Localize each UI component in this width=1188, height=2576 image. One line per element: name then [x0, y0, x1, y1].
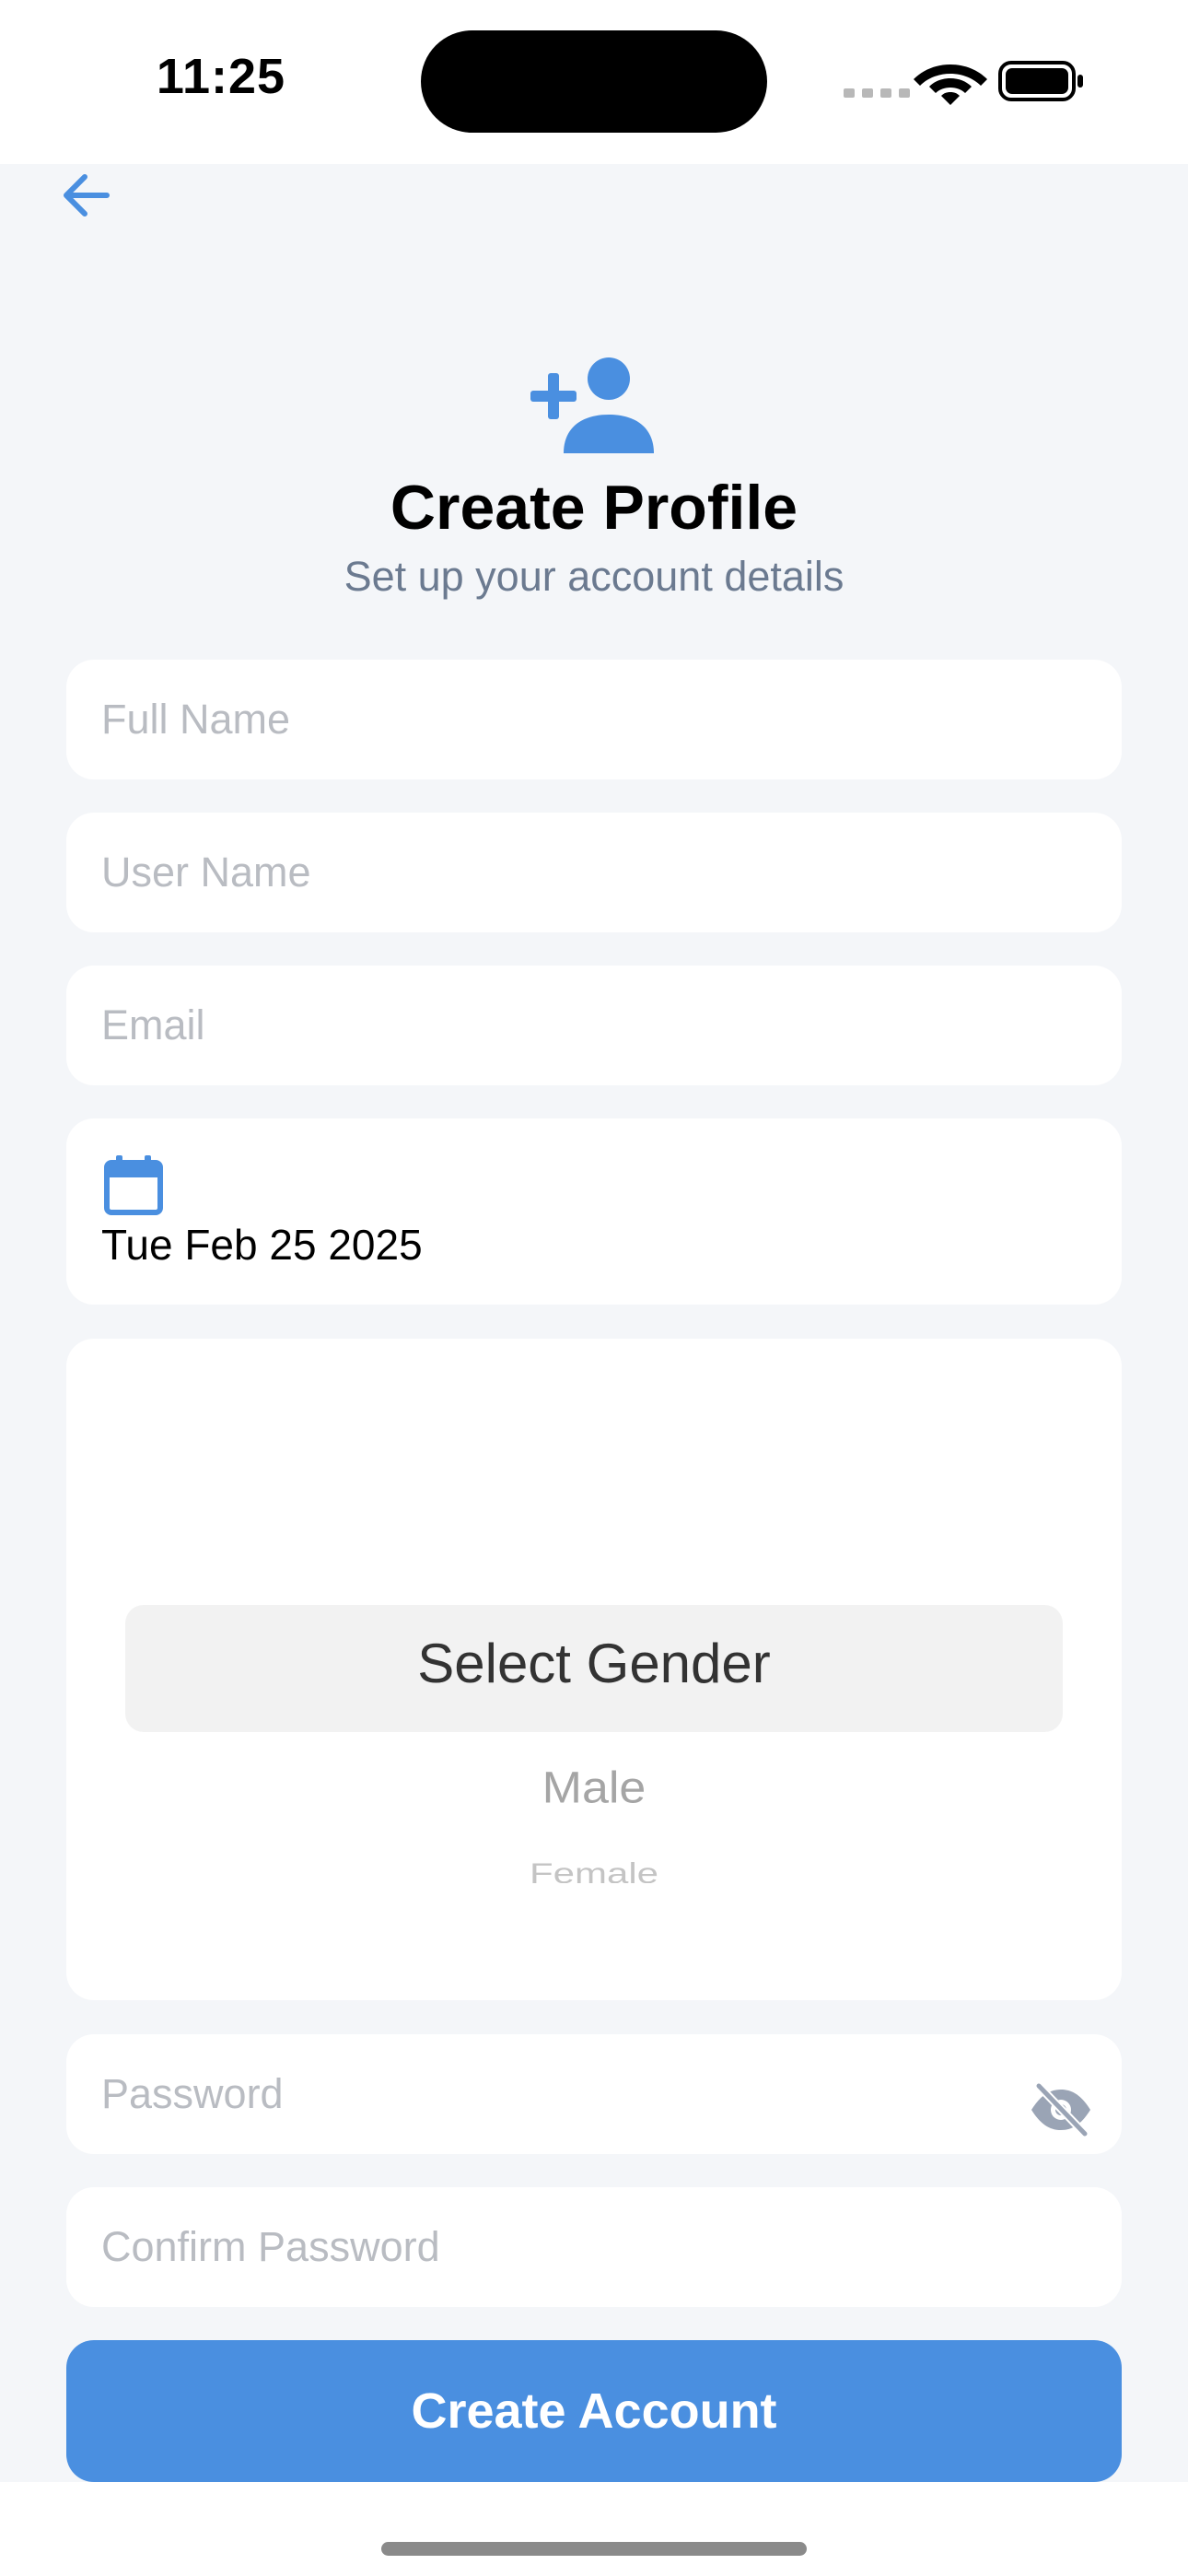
home-indicator[interactable]: [381, 2542, 807, 2556]
user-name-input[interactable]: [101, 813, 1059, 932]
date-field[interactable]: Tue Feb 25 2025: [66, 1118, 1122, 1305]
back-button[interactable]: [61, 170, 120, 221]
date-value: Tue Feb 25 2025: [101, 1221, 423, 1269]
full-name-field: [66, 660, 1122, 779]
wifi-icon: [914, 64, 987, 105]
cellular-signal-icon: [844, 88, 910, 98]
password-input[interactable]: [101, 2034, 985, 2154]
dynamic-island: [421, 30, 767, 133]
arrow-left-icon: [64, 174, 110, 217]
battery-icon: [998, 61, 1083, 101]
page-title: Create Profile: [390, 473, 798, 543]
email-field: [66, 966, 1122, 1085]
status-time: 11:25: [156, 49, 286, 104]
user-name-field: [66, 813, 1122, 932]
picker-option-female[interactable]: Female: [66, 1858, 1122, 1883]
picker-option-male[interactable]: Male: [66, 1762, 1122, 1813]
calendar-icon[interactable]: [103, 1153, 164, 1216]
bottom-safe-area: [0, 2482, 1188, 2576]
email-input[interactable]: [101, 966, 1059, 1085]
status-bar: 11:25: [0, 0, 1188, 164]
person-add-icon: [527, 356, 661, 453]
full-name-input[interactable]: [101, 660, 1059, 779]
eye-off-icon[interactable]: [1028, 2081, 1094, 2138]
create-account-button[interactable]: Create Account: [66, 2340, 1122, 2482]
picker-selected-option[interactable]: Select Gender: [66, 1632, 1122, 1695]
status-icons: [840, 53, 1089, 109]
confirm-password-input[interactable]: [101, 2187, 1059, 2307]
password-field: [66, 2034, 1122, 2154]
page-subtitle: Set up your account details: [344, 553, 844, 600]
gender-picker[interactable]: Select Gender Male Female: [66, 1339, 1122, 2000]
confirm-password-field: [66, 2187, 1122, 2307]
